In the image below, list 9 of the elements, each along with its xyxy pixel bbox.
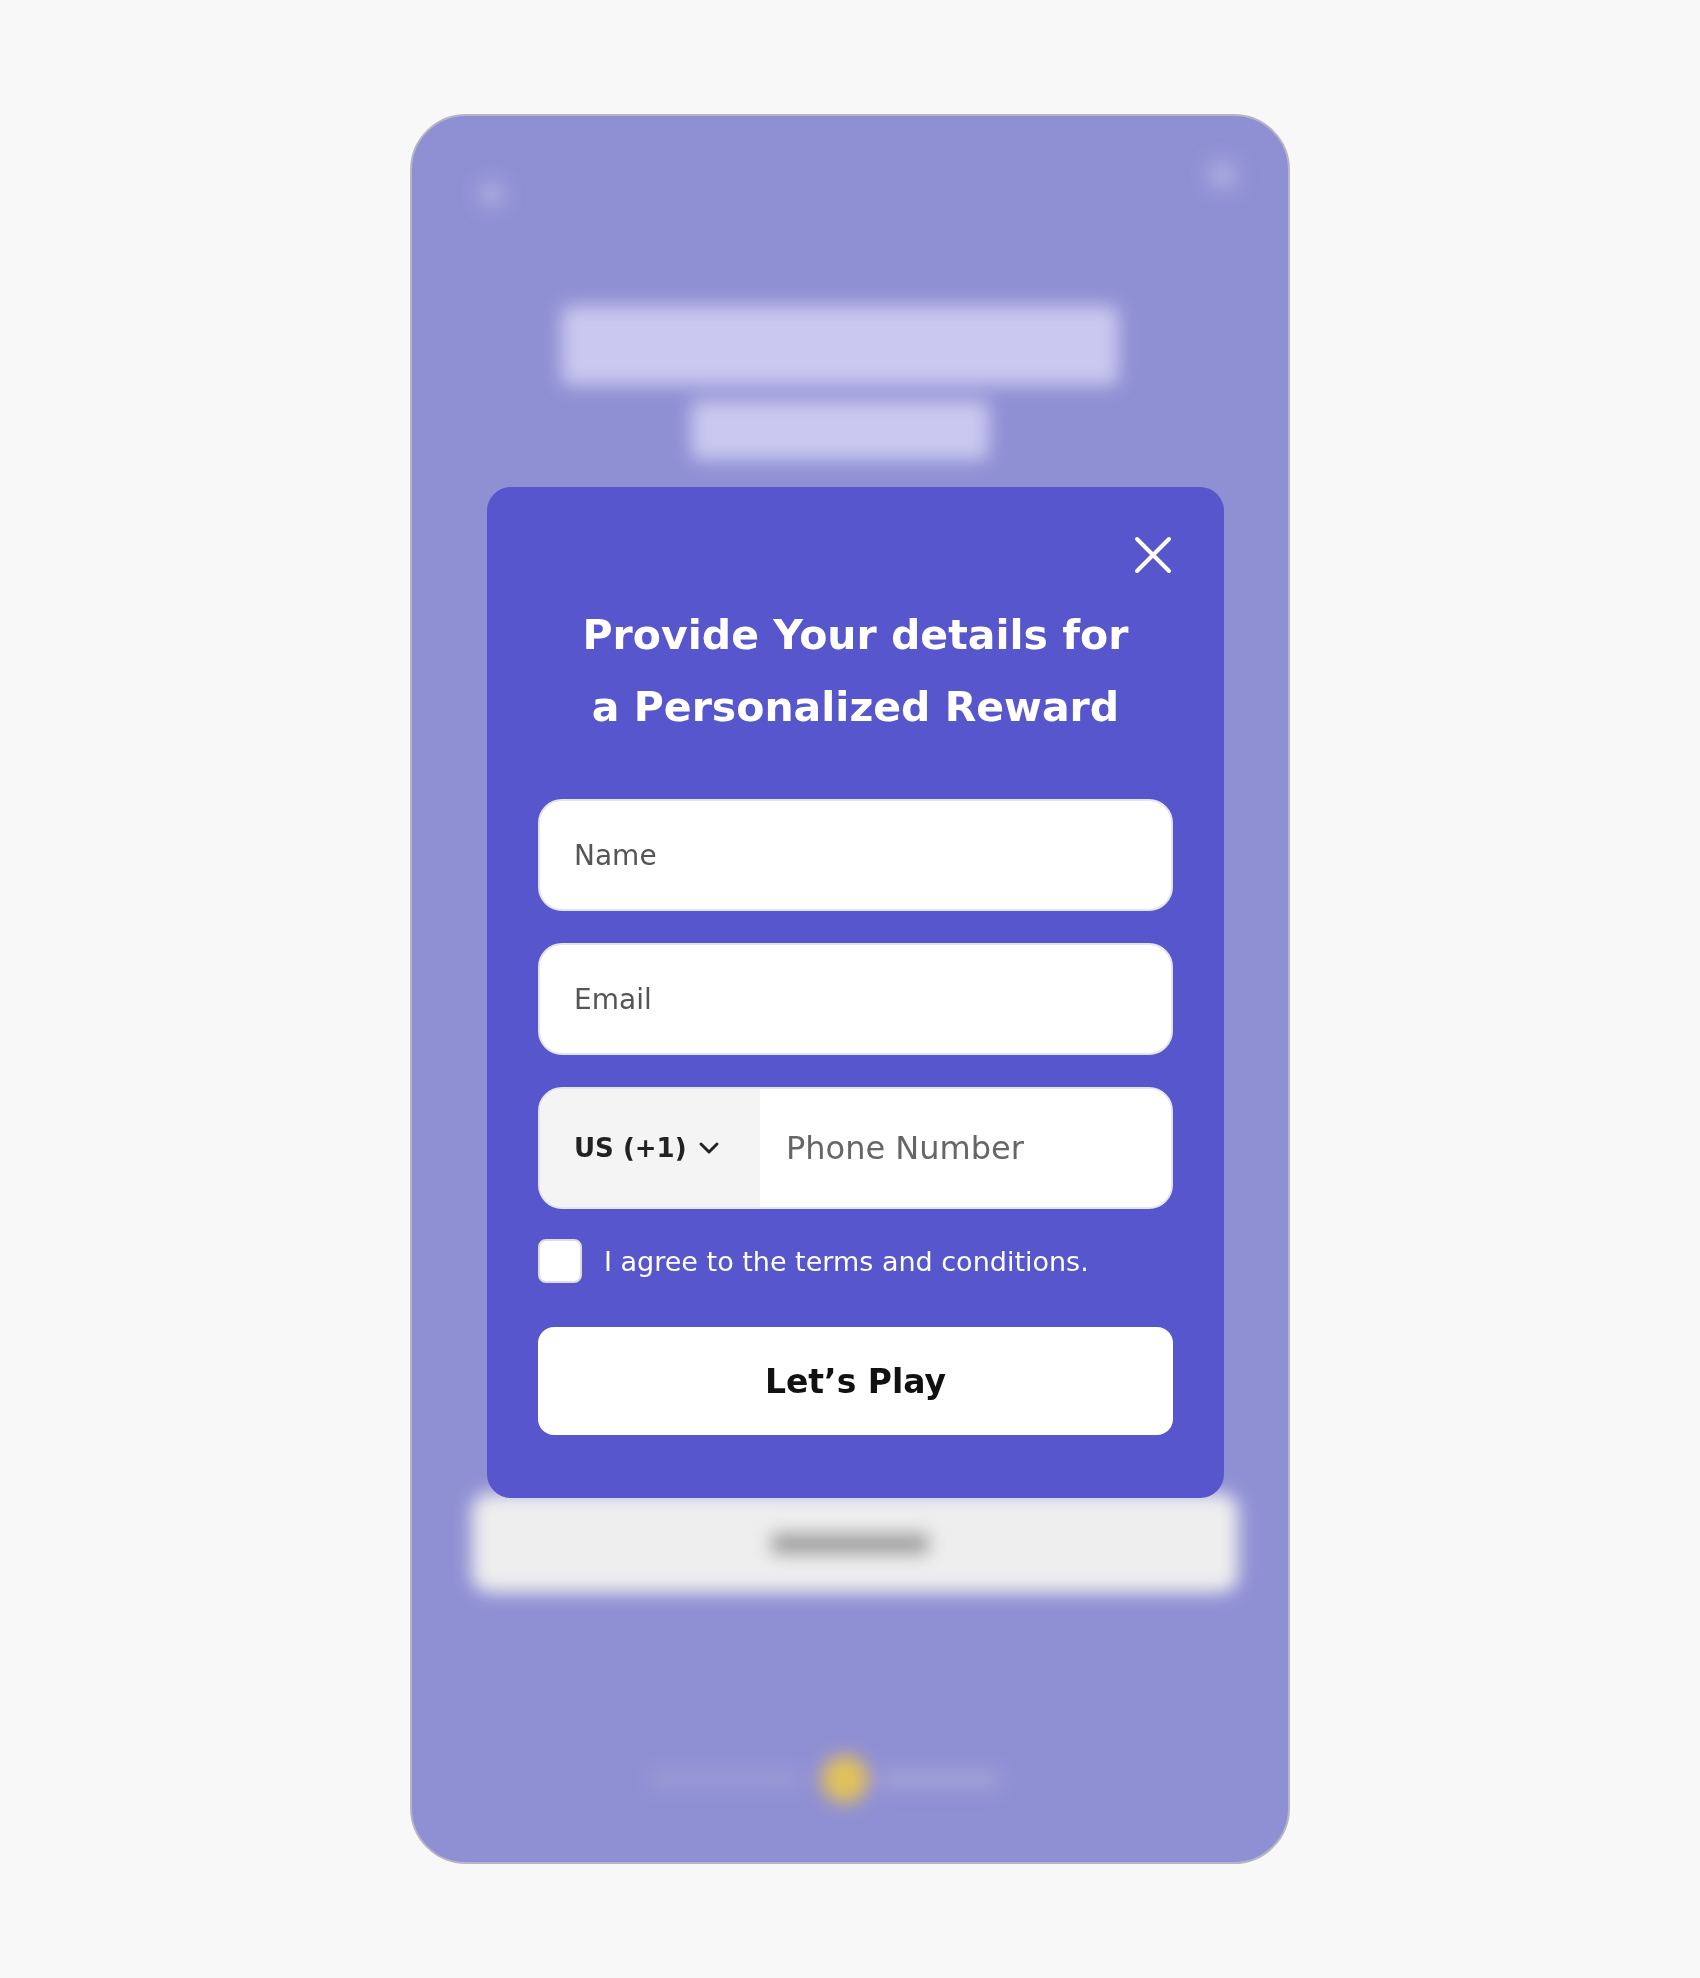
input-field[interactable]: Email <box>538 943 1173 1055</box>
play-button[interactable]: Let’s Play <box>538 1327 1173 1435</box>
checkbox[interactable] <box>538 1239 582 1283</box>
phone-field[interactable]: US (+1) Phone Number <box>538 1087 1173 1209</box>
modal-title: Provide Your details for a Personalized Reward <box>581 610 1130 733</box>
consent-label: I agree to the terms and conditions. <box>604 1245 1089 1277</box>
input-field[interactable]: Name <box>538 799 1173 911</box>
country-dropdown[interactable]: US (+1) <box>540 1089 760 1207</box>
close-icon[interactable] <box>1133 535 1173 575</box>
